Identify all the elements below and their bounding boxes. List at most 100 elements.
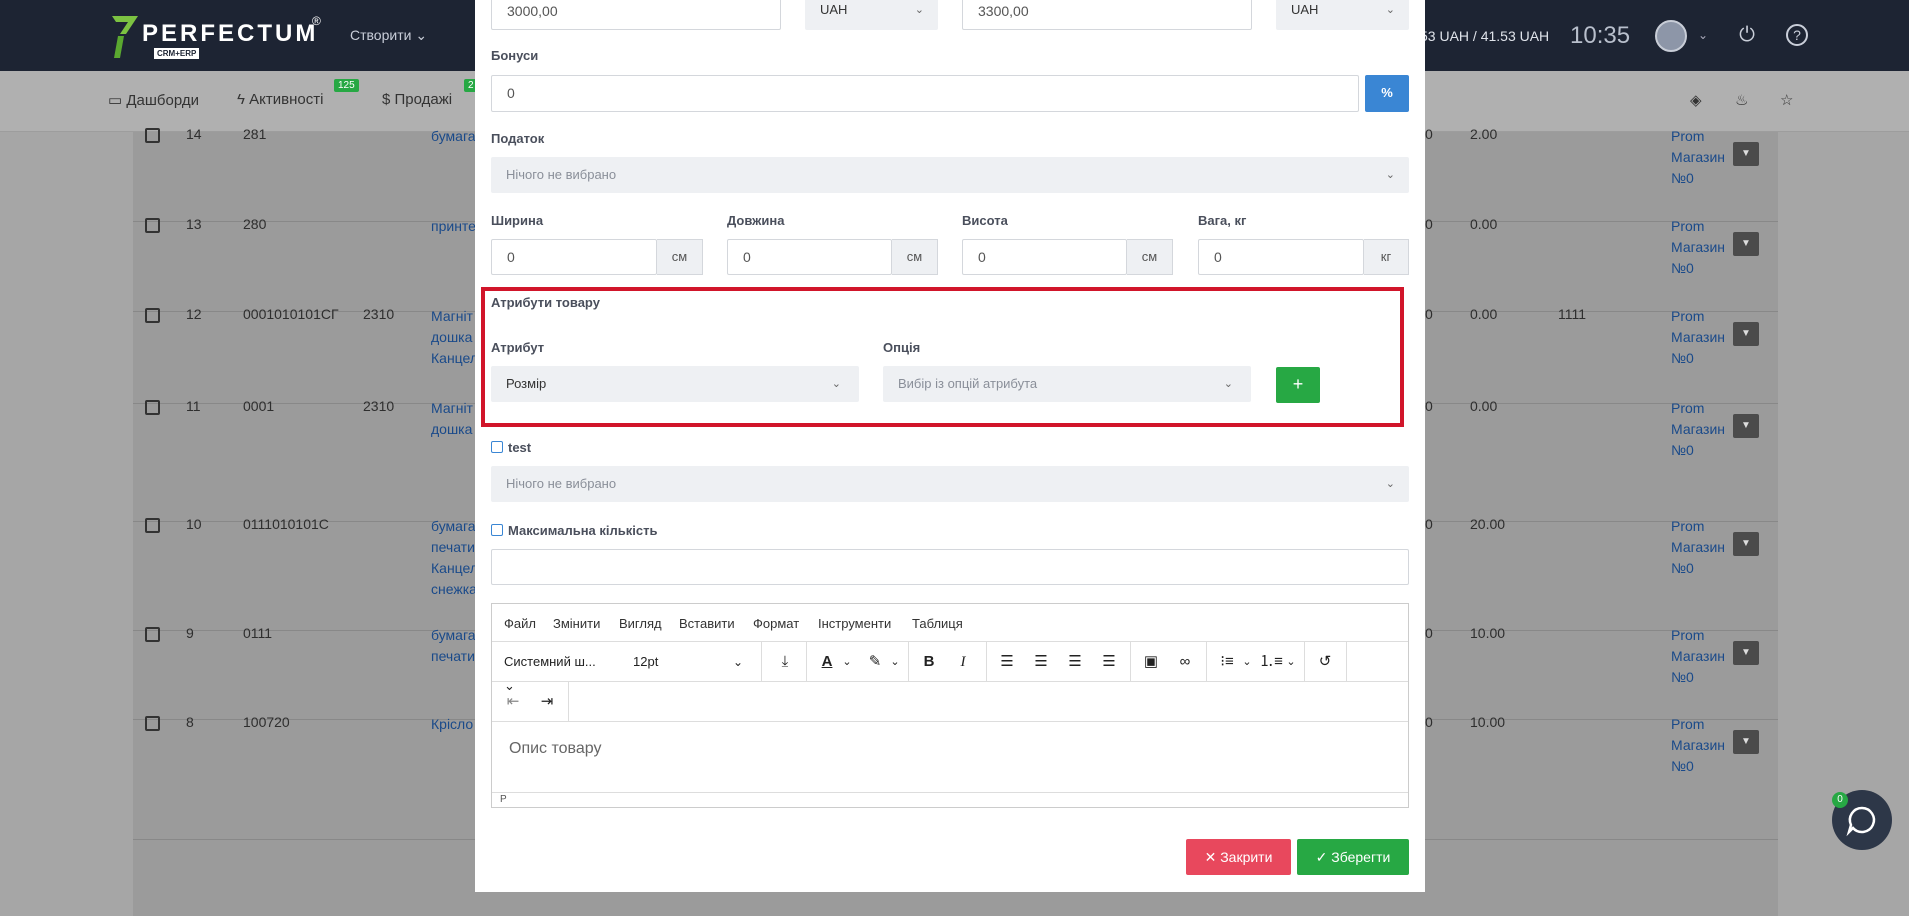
price-input[interactable]: 3000,00 <box>491 0 781 30</box>
editor-content[interactable]: Опис товару <box>492 722 1408 794</box>
row-actions-dropdown[interactable]: ▼ <box>1733 730 1759 754</box>
user-avatar[interactable] <box>1655 20 1687 52</box>
row-actions-dropdown[interactable]: ▼ <box>1733 532 1759 556</box>
bold-icon[interactable]: B <box>916 650 942 674</box>
attribute-label: Атрибут <box>491 340 545 355</box>
row-number: 11 <box>186 398 201 414</box>
chevron-down-icon[interactable]: ⌄ <box>842 650 852 674</box>
add-attribute-button[interactable]: + <box>1276 367 1320 403</box>
row-actions-dropdown[interactable]: ▼ <box>1733 142 1759 166</box>
menu-tools[interactable]: Інструменти <box>818 616 891 631</box>
tax-select[interactable]: Нічого не вибрано ⌄ <box>491 157 1409 193</box>
download-icon[interactable]: ⤓ <box>772 650 798 674</box>
numbered-list-icon[interactable]: ⒈≡ <box>1258 650 1284 674</box>
align-center-icon[interactable]: ☰ <box>1028 650 1054 674</box>
row-actions-dropdown[interactable]: ▼ <box>1733 322 1759 346</box>
length-unit: см <box>892 239 938 275</box>
row-store: Prom Магазин №0 <box>1671 516 1725 579</box>
row-name[interactable]: Крісло <box>431 714 479 824</box>
help-icon[interactable]: ? <box>1786 24 1808 46</box>
test-select[interactable]: Нічого не вибрано ⌄ <box>491 466 1409 502</box>
menu-insert[interactable]: Вставити <box>679 616 735 631</box>
row-number: 12 <box>186 306 202 322</box>
nav-dashboards[interactable]: ▭ Дашборди <box>108 91 199 109</box>
price-currency-value: UAH <box>820 2 848 17</box>
test-label-text: test <box>508 440 532 455</box>
nav-sales[interactable]: $ Продажі <box>382 91 452 108</box>
save-button[interactable]: ✓ Зберегти <box>1297 839 1409 875</box>
font-family-value: Системний ш... <box>504 654 596 669</box>
row-checkbox[interactable] <box>145 128 160 143</box>
font-family-select[interactable]: Системний ш... ⌄ <box>504 650 604 693</box>
logo[interactable]: PERFECTUM <box>110 14 318 60</box>
menu-table[interactable]: Таблиця <box>912 616 963 631</box>
align-left-icon[interactable]: ☰ <box>994 650 1020 674</box>
layers-icon[interactable]: ◈ <box>1690 91 1702 109</box>
row-number: 14 <box>186 126 202 142</box>
align-right-icon[interactable]: ☰ <box>1062 650 1088 674</box>
row-name[interactable]: принте <box>431 216 479 296</box>
chevron-down-icon[interactable]: ⌄ <box>732 650 744 674</box>
create-menu-label: Створити <box>350 27 412 43</box>
menu-view[interactable]: Вигляд <box>619 616 662 631</box>
sale-price-input[interactable]: 3300,00 <box>962 0 1252 30</box>
nav-activities-label: Активності <box>249 91 324 108</box>
bonuses-input[interactable]: 0 <box>491 75 1359 112</box>
row-actions-dropdown[interactable]: ▼ <box>1733 641 1759 665</box>
width-input[interactable]: 0 <box>491 239 657 275</box>
bonuses-percent-button[interactable]: % <box>1365 75 1409 112</box>
row-store: Prom Магазин №0 <box>1671 625 1725 688</box>
sale-currency-select[interactable]: UAH ⌄ <box>1276 0 1409 30</box>
edit-icon[interactable] <box>491 441 503 453</box>
row-code: 281 <box>243 126 267 142</box>
price-currency-select[interactable]: UAH ⌄ <box>805 0 938 30</box>
row-actions-dropdown[interactable]: ▼ <box>1733 414 1759 438</box>
row-price: 10.00 <box>1470 625 1506 641</box>
row-actions-dropdown[interactable]: ▼ <box>1733 232 1759 256</box>
close-button[interactable]: ✕ Закрити <box>1186 839 1291 875</box>
chevron-down-icon[interactable]: ⌄ <box>1286 650 1296 674</box>
chevron-down-icon: ⌄ <box>1385 4 1395 16</box>
row-checkbox[interactable] <box>145 518 160 533</box>
row-name[interactable]: Магніт дошка <box>431 398 479 506</box>
fire-icon[interactable]: ♨ <box>1735 91 1748 109</box>
row-checkbox[interactable] <box>145 218 160 233</box>
bullet-list-icon[interactable]: ⁝≡ <box>1214 650 1240 674</box>
tax-select-placeholder: Нічого не вибрано <box>506 167 617 182</box>
align-justify-icon[interactable]: ☰ <box>1096 650 1122 674</box>
font-size-select[interactable]: 12pt <box>633 650 733 674</box>
outdent-icon[interactable]: ⇤ <box>500 690 526 714</box>
avatar-chevron-icon[interactable]: ⌄ <box>1692 24 1714 46</box>
chevron-down-icon[interactable]: ⌄ <box>1242 650 1252 674</box>
history-icon[interactable]: ↺ <box>1312 650 1338 674</box>
chevron-down-icon[interactable]: ⌄ <box>890 650 900 674</box>
row-name[interactable]: бумага <box>431 126 479 206</box>
row-checkbox[interactable] <box>145 400 160 415</box>
highlight-color-icon[interactable]: ✎ <box>862 650 888 674</box>
create-menu[interactable]: Створити ⌄ <box>350 27 427 44</box>
row-name[interactable]: Магніт дошка Канцел <box>431 306 479 388</box>
option-select[interactable]: Вибір із опцій атрибута ⌄ <box>883 366 1251 402</box>
row-checkbox[interactable] <box>145 627 160 642</box>
italic-icon[interactable]: I <box>950 650 976 674</box>
menu-file[interactable]: Файл <box>504 616 536 631</box>
link-icon[interactable]: ∞ <box>1172 650 1198 674</box>
edit-icon[interactable] <box>491 524 503 536</box>
menu-edit[interactable]: Змінити <box>553 616 600 631</box>
image-icon[interactable]: ▣ <box>1138 650 1164 674</box>
height-input[interactable]: 0 <box>962 239 1127 275</box>
row-checkbox[interactable] <box>145 308 160 323</box>
text-color-icon[interactable]: A <box>814 650 840 674</box>
power-icon[interactable]: ⏻ <box>1736 24 1758 46</box>
menu-format[interactable]: Формат <box>753 616 799 631</box>
star-icon[interactable]: ☆ <box>1780 91 1793 109</box>
weight-input[interactable]: 0 <box>1198 239 1364 275</box>
attribute-select[interactable]: Розмір ⌄ <box>491 366 859 402</box>
row-name[interactable]: бумага печати Канцел снежка <box>431 516 479 615</box>
length-input[interactable]: 0 <box>727 239 892 275</box>
nav-activities[interactable]: ϟ Активності <box>237 91 323 108</box>
max-qty-input[interactable] <box>491 549 1409 585</box>
indent-icon[interactable]: ⇥ <box>534 690 560 714</box>
row-checkbox[interactable] <box>145 716 160 731</box>
row-name[interactable]: бумага печати <box>431 625 479 704</box>
